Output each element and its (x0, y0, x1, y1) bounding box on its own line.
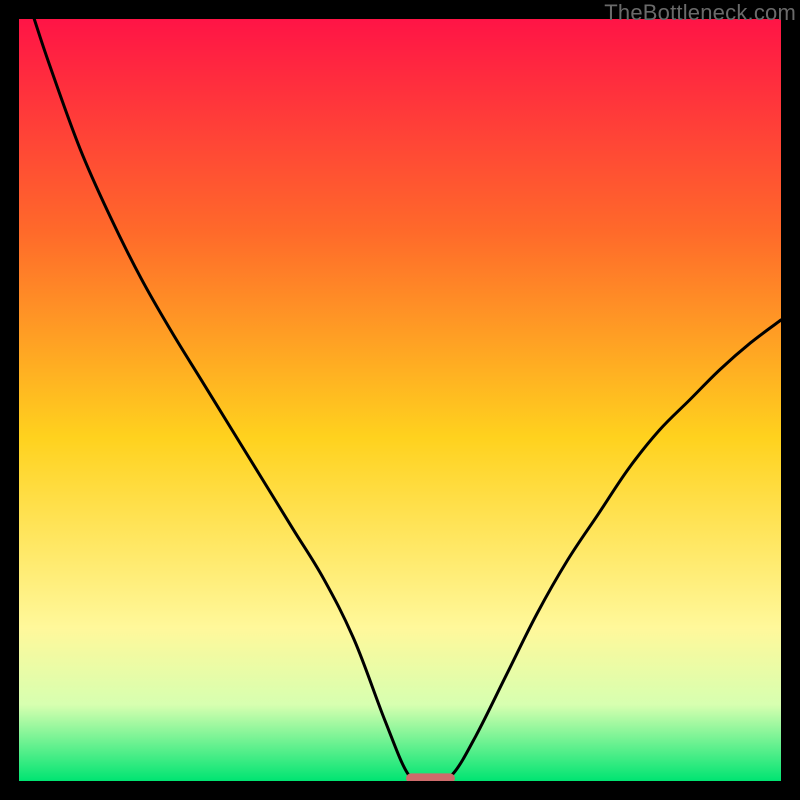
attribution-text: TheBottleneck.com (604, 0, 796, 26)
gradient-background (19, 19, 781, 781)
chart-stage: TheBottleneck.com (0, 0, 800, 800)
optimum-marker (406, 773, 455, 781)
plot-area (19, 19, 781, 781)
chart-svg (19, 19, 781, 781)
